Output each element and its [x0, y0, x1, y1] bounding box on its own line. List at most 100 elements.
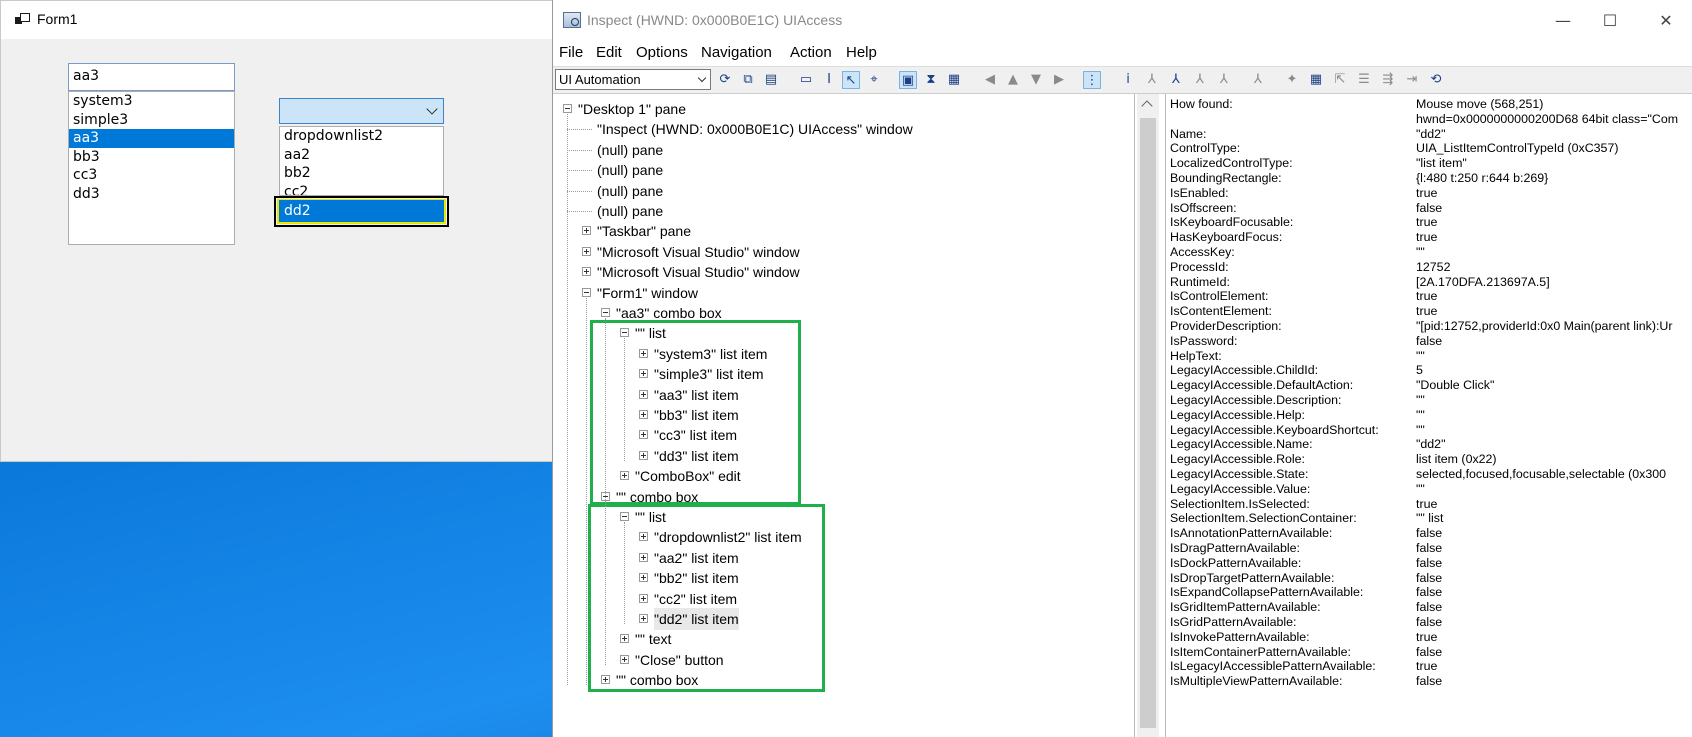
tree-node[interactable]: "cc2" list item — [654, 588, 737, 610]
expand-icon[interactable] — [639, 389, 648, 399]
collapse-icon[interactable] — [620, 512, 629, 521]
expand-icon[interactable] — [639, 410, 648, 419]
property-value[interactable]: "[pid:12752,providerId:0x0 Main(parent l… — [1416, 318, 1672, 334]
property-value[interactable]: "" — [1416, 481, 1425, 497]
list-item[interactable]: dd3 — [69, 185, 234, 204]
property-value[interactable]: true — [1416, 658, 1437, 674]
property-value[interactable]: hwnd=0x0000000000200D68 64bit class="Com — [1416, 111, 1678, 127]
collapse-icon[interactable] — [601, 308, 610, 317]
menu-action[interactable]: Action — [790, 44, 832, 61]
tree-node[interactable]: "dd3" list item — [654, 445, 739, 467]
property-value[interactable]: "" — [1416, 244, 1425, 260]
combo-edit-textbox[interactable]: aa3 — [68, 63, 235, 91]
refresh-all-icon[interactable]: ⟲ — [1427, 71, 1445, 89]
nav-back-icon[interactable]: ◀ — [981, 71, 999, 89]
nav-up-icon[interactable]: ▲ — [1004, 71, 1022, 89]
property-value[interactable]: true — [1416, 303, 1437, 319]
expand-icon[interactable] — [639, 573, 648, 583]
property-value[interactable]: false — [1416, 540, 1442, 556]
tree-node[interactable]: "Taskbar" pane — [597, 220, 691, 242]
info-icon[interactable]: i — [1119, 71, 1137, 89]
last-child-icon[interactable]: ⅄ — [1215, 71, 1233, 89]
property-value[interactable]: "" — [1416, 422, 1425, 438]
property-value[interactable]: false — [1416, 644, 1442, 660]
collapse-icon[interactable] — [582, 287, 591, 297]
form1-titlebar[interactable]: Form1 — [1, 1, 553, 39]
list-item[interactable]: system3 — [69, 92, 234, 111]
tree-node[interactable]: (null) pane — [597, 200, 663, 222]
tree-node[interactable]: "" list — [635, 506, 666, 528]
property-value[interactable]: true — [1416, 288, 1437, 304]
dropdown-item[interactable]: cc2 — [280, 183, 443, 196]
collapse-icon[interactable] — [563, 104, 572, 113]
property-value[interactable]: Mouse move (568,251) — [1416, 96, 1543, 112]
property-value[interactable]: 12752 — [1416, 259, 1450, 275]
property-value[interactable]: false — [1416, 599, 1442, 615]
dropdown-combo[interactable] — [279, 98, 444, 124]
copy-icon[interactable]: ⧉ — [739, 71, 757, 89]
rectangle-icon[interactable]: ▭ — [797, 71, 815, 89]
list-item[interactable]: aa3 — [69, 129, 234, 148]
tree-node[interactable]: "bb2" list item — [654, 567, 739, 589]
property-value[interactable]: true — [1416, 229, 1437, 245]
element-tree[interactable]: "Desktop 1" pane "Inspect (HWND: 0x000B0E… — [555, 94, 1135, 737]
mode-select[interactable]: UI Automation — [555, 69, 711, 90]
nav-down-icon[interactable]: ▼ — [1027, 71, 1045, 89]
first-child-icon[interactable]: ⅄ — [1191, 71, 1209, 89]
tree-view-icon[interactable]: ⋮ — [1083, 71, 1101, 89]
text-pattern-icon[interactable]: ▦ — [945, 71, 963, 89]
tree-node[interactable]: "" list — [635, 322, 666, 344]
parent-icon[interactable]: ⅄ — [1143, 71, 1161, 89]
expand-icon[interactable] — [639, 430, 648, 440]
refresh-icon[interactable]: ⟳ — [716, 71, 734, 89]
expand-icon[interactable] — [639, 593, 648, 603]
properties-icon[interactable]: ▤ — [762, 71, 780, 89]
expand-icon[interactable] — [582, 267, 591, 277]
expand-icon[interactable] — [639, 552, 648, 562]
tree-node[interactable]: "system3" list item — [654, 343, 767, 365]
expand-icon[interactable]: ⇥ — [1403, 71, 1421, 89]
property-value[interactable]: "" — [1416, 392, 1425, 408]
highlight-rectangle-icon[interactable]: ▣ — [899, 71, 917, 89]
dropdown-item[interactable]: dropdownlist2 — [280, 127, 443, 146]
caret-icon[interactable]: I — [820, 71, 838, 89]
chevron-down-icon[interactable] — [426, 103, 438, 115]
collapse-icon[interactable] — [620, 328, 629, 338]
tree-node[interactable]: "" combo box — [616, 669, 698, 691]
wand-icon[interactable]: ✦ — [1283, 71, 1301, 89]
property-value[interactable]: "list item" — [1416, 155, 1467, 171]
tree-node[interactable]: (null) pane — [597, 159, 663, 181]
property-value[interactable]: "dd2" — [1416, 436, 1445, 452]
property-value[interactable]: 5 — [1416, 362, 1423, 378]
expand-icon[interactable] — [639, 450, 648, 460]
dropdown-list[interactable]: dropdownlist2 aa2 bb2 cc2 — [279, 126, 444, 196]
watch-tooltip-icon[interactable]: ⌖ — [865, 71, 883, 89]
tree-node[interactable]: "cc3" list item — [654, 424, 737, 446]
tree-node[interactable]: "Form1" window — [597, 282, 698, 304]
tree-node[interactable]: (null) pane — [597, 139, 663, 161]
expand-icon[interactable] — [639, 532, 648, 542]
property-value[interactable]: UIA_ListItemControlTypeId (0xC357) — [1416, 140, 1618, 156]
dropdown-selected-item[interactable]: dd2 — [279, 200, 444, 222]
property-value[interactable]: true — [1416, 496, 1437, 512]
property-value[interactable]: true — [1416, 629, 1437, 645]
expand-icon[interactable] — [639, 369, 648, 379]
expand-icon[interactable] — [639, 614, 648, 623]
property-value[interactable]: [2A.170DFA.213697A.5] — [1416, 274, 1550, 290]
minimize-button[interactable]: — — [1540, 8, 1586, 34]
tree-node[interactable]: "simple3" list item — [654, 363, 764, 385]
property-value[interactable]: false — [1416, 673, 1442, 689]
tree-node[interactable]: "dropdownlist2" list item — [654, 526, 802, 548]
menu-navigation[interactable]: Navigation — [701, 44, 772, 61]
property-value[interactable]: "" — [1416, 407, 1425, 423]
expand-icon[interactable] — [620, 471, 629, 481]
watch-cursor-icon[interactable]: ↖ — [842, 71, 860, 89]
property-value[interactable]: false — [1416, 525, 1442, 541]
tree-node[interactable]: "Close" button — [635, 649, 724, 671]
property-value[interactable]: false — [1416, 555, 1442, 571]
menu-file[interactable]: File — [559, 44, 583, 61]
property-value[interactable]: "dd2" — [1416, 126, 1445, 142]
tree-node[interactable]: "Inspect (HWND: 0x000B0E1C) UIAccess" wi… — [597, 118, 913, 140]
tree-node[interactable]: "" combo box — [616, 486, 698, 508]
maximize-button[interactable]: ☐ — [1587, 8, 1633, 34]
